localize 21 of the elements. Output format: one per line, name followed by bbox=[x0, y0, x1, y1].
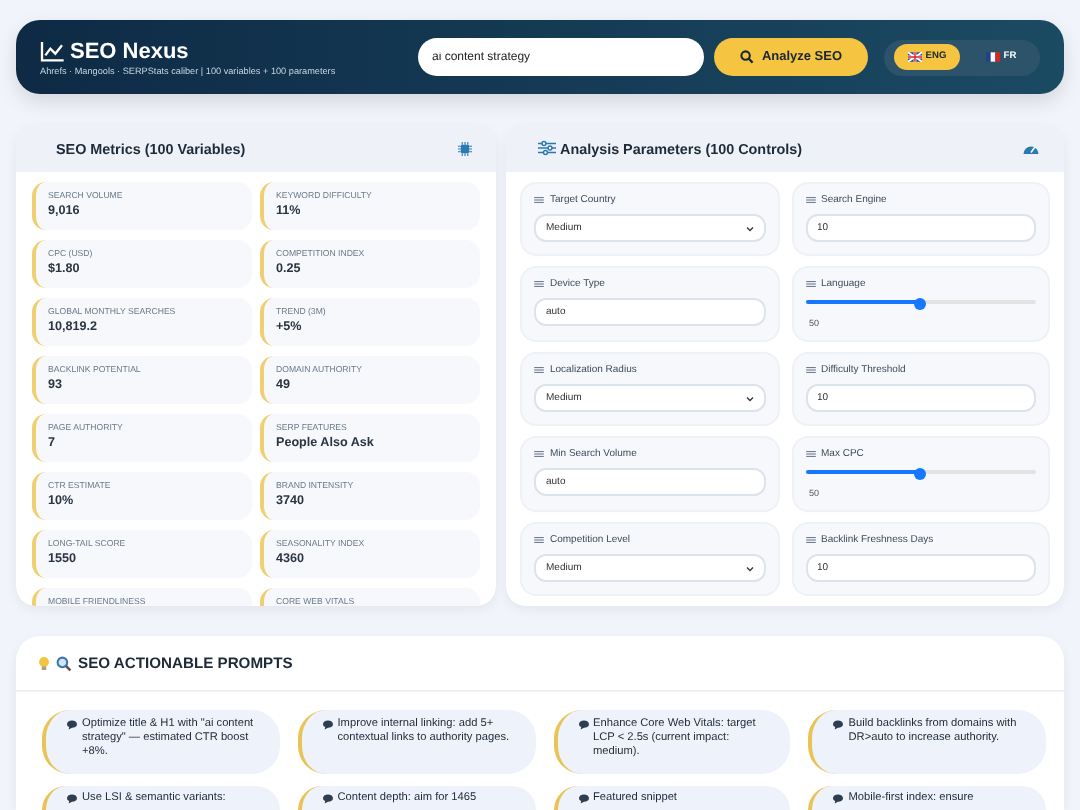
line-chart-icon bbox=[40, 41, 64, 61]
search-icon bbox=[56, 655, 72, 671]
caret-icon bbox=[745, 225, 753, 231]
chip-icon bbox=[458, 141, 472, 155]
flag-icon bbox=[907, 52, 922, 62]
speech-bubble-icon bbox=[321, 720, 334, 730]
slider[interactable] bbox=[805, 468, 1036, 476]
speech-bubble-icon bbox=[66, 720, 78, 730]
app-title: SEO Nexus bbox=[70, 39, 189, 63]
speech-bubble-icon bbox=[577, 794, 589, 804]
caret-icon bbox=[745, 395, 753, 401]
lightbulb-icon bbox=[38, 655, 50, 671]
flag-icon bbox=[985, 52, 1000, 62]
speech-bubble-icon bbox=[832, 720, 845, 730]
caret-icon bbox=[745, 565, 753, 571]
slider[interactable] bbox=[805, 298, 1036, 306]
search-icon bbox=[739, 50, 754, 64]
speech-bubble-icon bbox=[321, 794, 334, 804]
speech-bubble-icon bbox=[832, 794, 845, 804]
speech-bubble-icon bbox=[577, 720, 589, 730]
speech-bubble-icon bbox=[66, 794, 78, 804]
